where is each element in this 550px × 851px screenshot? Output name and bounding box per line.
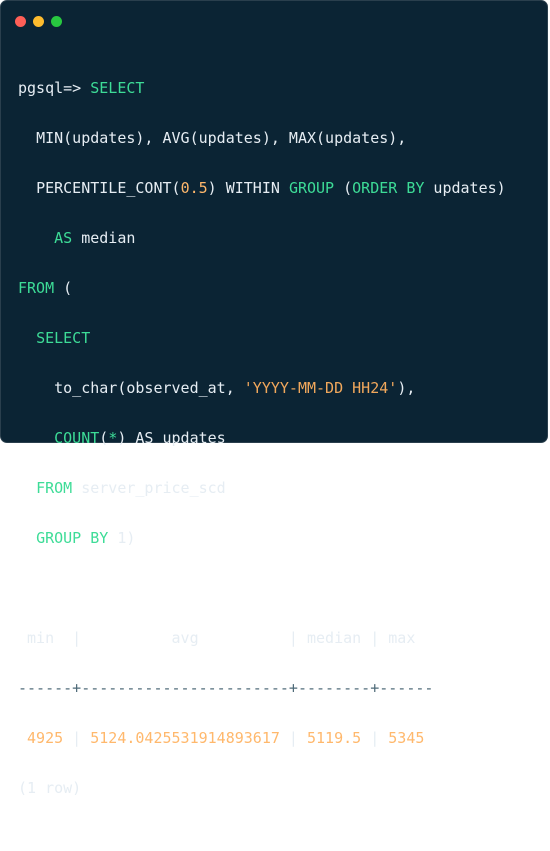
query-line-9: FROM server_price_scd: [18, 476, 506, 501]
max-value: 5345: [388, 729, 425, 747]
order-by-keyword: ORDER BY: [352, 179, 425, 197]
inner-from-keyword: FROM: [36, 479, 73, 497]
count-alias: ) AS updates: [117, 429, 226, 447]
updates-text: updates): [424, 179, 506, 197]
query-line-5: FROM (: [18, 276, 506, 301]
aggregates-text: MIN(updates), AVG(updates), MAX(updates)…: [36, 129, 407, 147]
subselect-keyword: SELECT: [36, 329, 91, 347]
select-keyword: SELECT: [90, 79, 145, 97]
close-subquery: ): [126, 529, 136, 547]
query-line-2: MIN(updates), AVG(updates), MAX(updates)…: [18, 126, 506, 151]
terminal-output: pgsql=> SELECT MIN(updates), AVG(updates…: [18, 51, 506, 851]
minimize-button[interactable]: [33, 16, 44, 27]
query-line-4: AS median: [18, 226, 506, 251]
result-separator: ------+-----------------------+--------+…: [18, 679, 434, 697]
group-by-keyword: GROUP BY: [36, 529, 109, 547]
query-line-3: PERCENTILE_CONT(0.5) WITHIN GROUP (ORDER…: [18, 176, 506, 201]
query-line-6: SELECT: [18, 326, 506, 351]
to-char-fn: to_char(observed_at,: [54, 379, 244, 397]
min-value: 4925: [27, 729, 64, 747]
median-alias: median: [72, 229, 136, 247]
query-line-8: COUNT(*) AS updates: [18, 426, 506, 451]
row-count: (1 row): [18, 779, 82, 797]
result-header: min | avg | median | max: [18, 629, 416, 647]
query-line-1: pgsql=> SELECT: [18, 76, 506, 101]
star: *: [108, 429, 118, 447]
open-paren: (: [54, 279, 73, 297]
count-keyword: COUNT: [54, 429, 100, 447]
prompt: pgsql=>: [18, 79, 82, 97]
format-string: 'YYYY-MM-DD HH24': [243, 379, 398, 397]
table-name: server_price_scd: [72, 479, 226, 497]
percentile-value: 0.5: [180, 179, 208, 197]
query-line-10: GROUP BY 1): [18, 526, 506, 551]
percentile-fn: PERCENTILE_CONT(: [36, 179, 181, 197]
from-keyword: FROM: [18, 279, 55, 297]
as-keyword: AS: [54, 229, 73, 247]
close-button[interactable]: [15, 16, 26, 27]
group-by-num: 1: [117, 529, 127, 547]
close-paren: ),: [397, 379, 416, 397]
paren-text: (: [334, 179, 353, 197]
window-controls: [15, 16, 62, 27]
count-open: (: [99, 429, 109, 447]
result-row: 4925 | 5124.0425531914893617 | 5119.5 | …: [27, 729, 425, 747]
group-keyword: GROUP: [288, 179, 335, 197]
maximize-button[interactable]: [51, 16, 62, 27]
median-value: 5119.5: [307, 729, 362, 747]
terminal-window: pgsql=> SELECT MIN(updates), AVG(updates…: [0, 0, 548, 797]
within-text: ) WITHIN: [207, 179, 289, 197]
query-line-7: to_char(observed_at, 'YYYY-MM-DD HH24'),: [18, 376, 506, 401]
avg-value: 5124.0425531914893617: [90, 729, 280, 747]
